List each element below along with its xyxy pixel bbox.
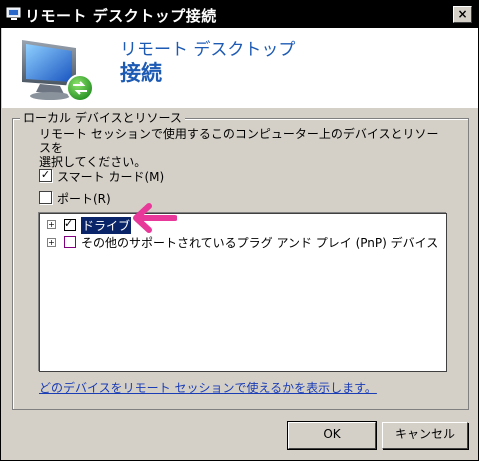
smartcard-checkbox[interactable]: ✓ <box>39 168 52 182</box>
smartcard-label[interactable]: スマート カード(M) <box>57 168 164 185</box>
annotation-arrow-icon <box>131 201 178 239</box>
ports-checkbox[interactable] <box>39 191 52 204</box>
dialog-banner: リモート デスクトップ 接続 <box>2 28 478 108</box>
banner-title-line2: 接続 <box>120 61 162 85</box>
group-label: ローカル デバイスとリソース <box>20 109 185 126</box>
group-description: リモート セッションで使用するこのコンピューター上のデバイスとリソースを 選択し… <box>39 127 439 169</box>
tree-item-drives[interactable]: ドライブ <box>81 217 132 234</box>
expand-pnp-icon[interactable]: + <box>47 238 56 247</box>
ports-label[interactable]: ポート(R) <box>57 190 111 207</box>
title-bar[interactable]: リモート デスクトップ接続 × <box>1 1 478 28</box>
pnp-checkbox[interactable] <box>64 236 76 248</box>
cancel-button[interactable]: キャンセル <box>382 422 468 449</box>
close-button[interactable]: × <box>453 6 472 23</box>
drives-checkbox[interactable]: ✓ <box>64 217 76 231</box>
check-icon: ✓ <box>40 168 51 181</box>
remote-desktop-dialog: リモート デスクトップ接続 × リモート デスクトップ 接続 ローカル デバイス… <box>0 0 479 461</box>
remote-desktop-icon <box>6 6 22 22</box>
ok-button[interactable]: OK <box>287 421 377 450</box>
check-icon: ✓ <box>64 217 74 230</box>
device-tree[interactable]: + ✓ ドライブ + その他のサポートされているプラグ アンド プレイ (PnP… <box>39 213 447 372</box>
device-info-link[interactable]: どのデバイスをリモート セッションで使えるかを表示します。 <box>39 379 377 396</box>
window-title: リモート デスクトップ接続 <box>25 7 217 25</box>
expand-drives-icon[interactable]: + <box>47 220 56 229</box>
monitor-connection-icon <box>14 36 106 110</box>
